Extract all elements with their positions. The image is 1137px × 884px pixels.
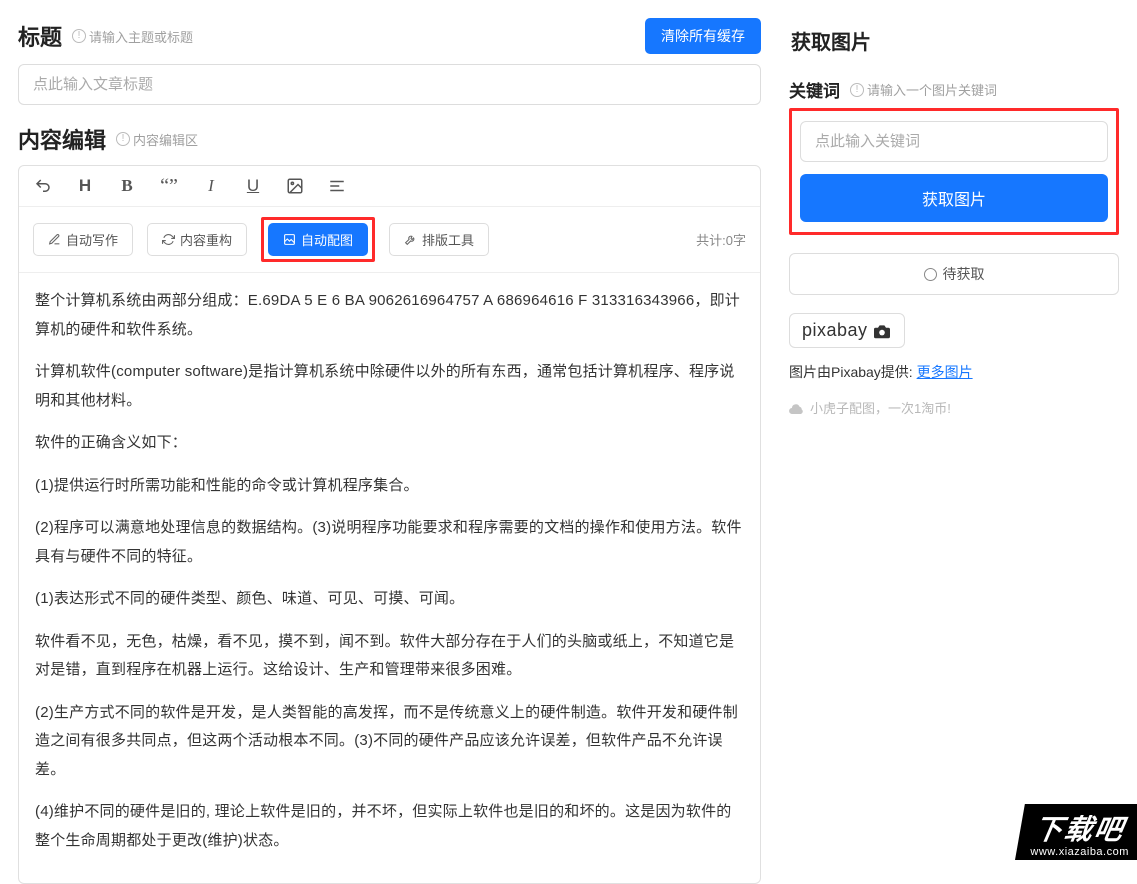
more-images-link[interactable]: 更多图片 [917,364,973,380]
title-section-head: 标题 ! 请输入主题或标题 清除所有缓存 [18,18,761,54]
word-count: 共计:0字 [696,230,746,249]
provider-text: 图片由Pixabay提供: [789,364,913,380]
watermark-url: www.xiazaiba.com [1030,846,1128,858]
editor: H B “” I U 自动写作 [18,165,761,884]
paragraph: 计算机软件(computer software)是指计算机系统中除硬件以外的所有… [35,358,744,415]
auto-image-button[interactable]: 自动配图 [268,223,368,256]
image-icon[interactable] [285,176,305,196]
info-icon: ! [116,132,130,146]
content-hint: ! 内容编辑区 [116,130,198,149]
pending-label: 待获取 [943,264,985,284]
cloud-icon [789,402,805,414]
align-left-icon[interactable] [327,176,347,196]
pixabay-badge: pixabay [789,313,905,348]
underline-icon[interactable]: U [243,176,263,196]
content-label: 内容编辑 [18,123,106,155]
fetch-image-button[interactable]: 获取图片 [800,174,1108,222]
camera-icon [872,323,892,339]
keyword-hint: ! 请输入一个图片关键词 [850,80,997,99]
watermark: 下载吧 www.xiazaiba.com [1015,804,1137,860]
layout-tool-label: 排版工具 [422,230,474,249]
paragraph: (2)生产方式不同的软件是开发，是人类智能的高发挥，而不是传统意义上的硬件制造。… [35,699,744,785]
auto-write-button[interactable]: 自动写作 [33,223,133,256]
content-hint-text: 内容编辑区 [133,130,198,149]
highlight-keyword-block: 获取图片 [789,108,1119,235]
side-panel-title: 获取图片 [791,26,1119,55]
refresh-icon [162,233,175,246]
title-hint-text: 请输入主题或标题 [89,27,193,46]
keyword-head: 关键词 ! 请输入一个图片关键词 [789,77,1119,102]
provider-line: 图片由Pixabay提供: 更多图片 [789,362,1119,382]
undo-icon[interactable] [33,176,53,196]
wrench-icon [404,233,417,246]
highlight-auto-image: 自动配图 [261,217,375,262]
circle-icon [924,268,937,281]
title-hint: ! 请输入主题或标题 [72,27,193,46]
title-label: 标题 [18,20,62,52]
paragraph: (1)提供运行时所需功能和性能的命令或计算机程序集合。 [35,472,744,501]
italic-icon[interactable]: I [201,176,221,196]
auto-write-label: 自动写作 [66,230,118,249]
keyword-input[interactable] [800,121,1108,162]
bold-icon[interactable]: B [117,176,137,196]
info-icon: ! [72,29,86,43]
cost-note-text: 小虎子配图，一次1淘币! [810,398,951,417]
pencil-icon [48,233,61,246]
main-column: 标题 ! 请输入主题或标题 清除所有缓存 内容编辑 ! 内容编辑区 H B “” [18,18,761,884]
pending-button[interactable]: 待获取 [789,253,1119,295]
restructure-button[interactable]: 内容重构 [147,223,247,256]
paragraph: (4)维护不同的硬件是旧的, 理论上软件是旧的，并不坏，但实际上软件也是旧的和坏… [35,798,744,855]
paragraph: 软件的正确含义如下： [35,429,744,458]
quote-icon[interactable]: “” [159,176,179,196]
cost-note: 小虎子配图，一次1淘币! [789,398,1119,417]
keyword-label: 关键词 [789,77,840,102]
pixabay-text: pixabay [802,320,868,341]
paragraph: (1)表达形式不同的硬件类型、颜色、味道、可见、可摸、可闻。 [35,585,744,614]
auto-image-label: 自动配图 [301,230,353,249]
action-toolbar: 自动写作 内容重构 自动配图 [19,207,760,273]
paragraph: 整个计算机系统由两部分组成：E.69DA 5 E 6 BA 9062616964… [35,287,744,344]
watermark-text: 下载吧 [1031,808,1137,848]
picture-icon [283,233,296,246]
side-column: 获取图片 关键词 ! 请输入一个图片关键词 获取图片 待获取 pixabay 图… [789,18,1119,884]
article-body[interactable]: 整个计算机系统由两部分组成：E.69DA 5 E 6 BA 9062616964… [19,273,760,883]
article-title-input[interactable] [18,64,761,105]
paragraph: 软件看不见，无色，枯燥，看不见，摸不到，闻不到。软件大部分存在于人们的头脑或纸上… [35,628,744,685]
keyword-hint-text: 请输入一个图片关键词 [867,80,997,99]
heading-icon[interactable]: H [75,176,95,196]
paragraph: (2)程序可以满意地处理信息的数据结构。(3)说明程序功能要求和程序需要的文档的… [35,514,744,571]
content-section-head: 内容编辑 ! 内容编辑区 [18,123,761,155]
format-toolbar: H B “” I U [19,166,760,207]
layout-tool-button[interactable]: 排版工具 [389,223,489,256]
clear-cache-button[interactable]: 清除所有缓存 [645,18,761,54]
restructure-label: 内容重构 [180,230,232,249]
info-icon: ! [850,83,864,97]
